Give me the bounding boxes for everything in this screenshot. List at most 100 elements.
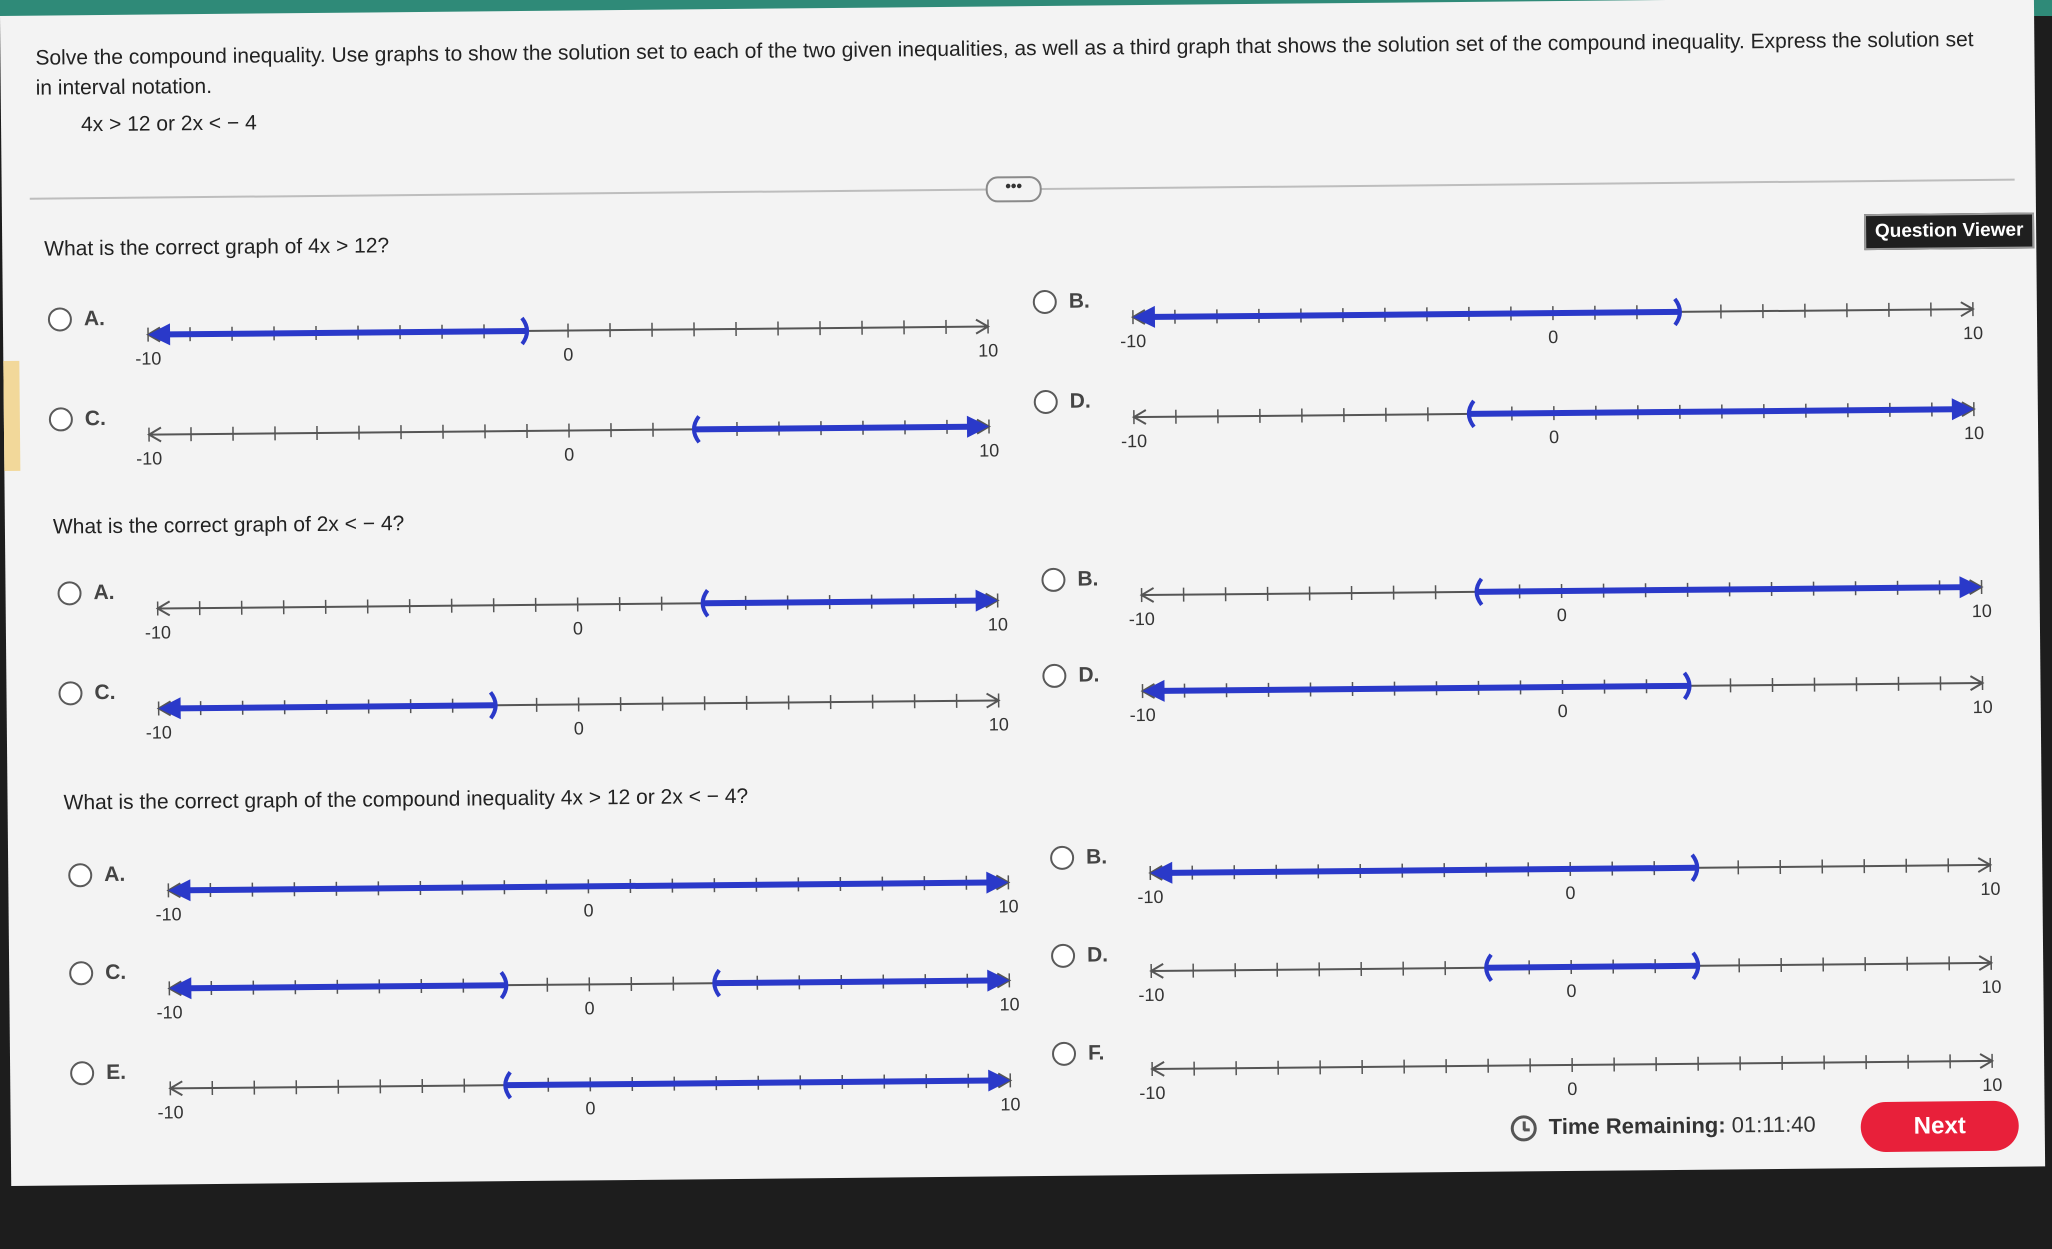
radio-button[interactable] <box>1042 663 1067 689</box>
option-letter: C. <box>105 960 127 985</box>
radio-button[interactable] <box>1051 1041 1077 1066</box>
radio-button[interactable] <box>1032 289 1057 315</box>
option-label[interactable]: D. <box>1033 389 1091 415</box>
tick-label: -10 <box>1137 887 1163 907</box>
more-button[interactable]: ••• <box>985 176 1042 203</box>
radio-button[interactable] <box>1050 845 1075 870</box>
option-letter: E. <box>106 1060 127 1085</box>
solution-left-arrow <box>158 697 181 720</box>
q2-option-d[interactable]: D. -10 0 10 <box>1042 654 2043 734</box>
option-letter: C. <box>84 407 106 431</box>
radio-button[interactable] <box>69 961 94 986</box>
radio-button[interactable] <box>1050 943 1076 968</box>
q3-option-d[interactable]: D. -10 0 10 <box>1050 934 2052 1014</box>
solution-right-arrow <box>987 969 1010 992</box>
solution-segment <box>1477 584 1976 595</box>
solution-segment <box>174 879 1003 894</box>
option-letter: D. <box>1086 943 1109 967</box>
q3-option-a[interactable]: A. -10 0 10 <box>68 854 1069 934</box>
radio-button[interactable] <box>1041 567 1066 593</box>
tick-label: 0 <box>573 618 583 638</box>
q1-option-b[interactable]: B. -10 0 10 <box>1032 281 2034 361</box>
solution-segment <box>175 982 506 992</box>
solution-segment <box>1469 406 1968 417</box>
tick-label: 10 <box>1964 423 1984 443</box>
solution-segment <box>1138 308 1679 321</box>
tick-label: -10 <box>136 448 162 468</box>
next-button[interactable]: Next <box>1860 1100 2019 1153</box>
option-label[interactable]: C. <box>48 407 106 432</box>
solution-segment <box>715 977 1004 987</box>
q1-option-c[interactable]: C. -10 0 10 <box>48 398 1050 478</box>
q2-option-a[interactable]: A. -10 0 10 <box>57 572 1058 652</box>
radio-button[interactable] <box>70 1061 95 1086</box>
number-line: -10 0 10 <box>1138 951 2002 1005</box>
solution-right-arrow <box>986 871 1009 894</box>
radio-button[interactable] <box>1033 389 1058 415</box>
option-letter: B. <box>1068 289 1090 313</box>
time-remaining-label: Time Remaining: <box>1548 1112 1726 1140</box>
tick-label: 10 <box>1982 1075 2002 1095</box>
q3-option-c[interactable]: C. -10 0 10 <box>69 952 1070 1032</box>
tick-label: 10 <box>1000 1094 1020 1114</box>
option-letter: C. <box>94 680 116 705</box>
option-label[interactable]: F. <box>1051 1041 1105 1066</box>
number-line: -10 0 10 <box>1120 297 1983 351</box>
tick-label: 10 <box>988 614 1008 634</box>
option-letter: B. <box>1086 845 1108 869</box>
option-letter: F. <box>1087 1041 1105 1065</box>
option-label[interactable]: B. <box>1032 289 1090 315</box>
tick-label: 0 <box>585 1098 595 1118</box>
q2-option-b[interactable]: B. -10 0 10 <box>1041 558 2042 638</box>
solution-left-arrow <box>1142 679 1165 702</box>
tick-label: -10 <box>1139 1083 1165 1103</box>
question-page: Solve the compound inequality. Use graph… <box>0 0 2046 1186</box>
time-remaining-value: 01:11:40 <box>1731 1111 1816 1138</box>
option-label[interactable]: E. <box>70 1061 126 1086</box>
q1-option-a[interactable]: A. -10 0 10 <box>47 298 1049 378</box>
radio-button[interactable] <box>68 863 93 888</box>
solution-right-arrow <box>1951 398 1974 421</box>
number-line: -10 0 10 <box>1137 853 2001 907</box>
q2-option-c[interactable]: C. -10 0 10 <box>58 672 1059 752</box>
tick-label: 0 <box>563 345 573 365</box>
q3-option-b[interactable]: B. -10 0 10 <box>1050 836 2051 916</box>
tick-label: 0 <box>574 718 584 738</box>
tick-label: -10 <box>156 904 182 924</box>
tick-label: -10 <box>146 722 172 742</box>
tick-label: 0 <box>584 900 594 920</box>
tick-label: -10 <box>1130 705 1156 725</box>
tick-label: 10 <box>1963 323 1983 343</box>
option-label[interactable]: B. <box>1050 845 1107 870</box>
option-label[interactable]: C. <box>69 961 126 986</box>
option-letter: D. <box>1078 663 1100 687</box>
solution-right-arrow <box>1959 576 1982 599</box>
solution-left-arrow <box>168 879 191 902</box>
option-label[interactable]: A. <box>57 580 115 606</box>
option-label[interactable]: B. <box>1041 567 1099 593</box>
tick-label: 0 <box>1566 981 1576 1001</box>
radio-button[interactable] <box>48 407 73 432</box>
tick-label: -10 <box>156 1002 182 1022</box>
tick-label: 10 <box>1981 977 2001 997</box>
solution-segment <box>1487 962 1698 971</box>
instructions: Solve the compound inequality. Use graph… <box>35 28 1974 100</box>
q3-option-e[interactable]: E. -10 0 10 <box>70 1052 1071 1132</box>
radio-button[interactable] <box>58 681 83 706</box>
option-label[interactable]: D. <box>1042 663 1100 689</box>
tick-label: 10 <box>1980 879 2000 899</box>
solution-segment <box>694 423 984 433</box>
tick-label: 10 <box>998 896 1018 916</box>
q1-option-d[interactable]: D. -10 0 10 <box>1033 380 2035 460</box>
radio-button[interactable] <box>57 581 82 606</box>
option-label[interactable]: D. <box>1050 943 1109 968</box>
question-viewer-button[interactable]: Question Viewer <box>1863 212 2035 251</box>
time-remaining: Time Remaining: 01:11:40 <box>1549 1112 1816 1141</box>
option-label[interactable]: A. <box>68 863 125 888</box>
option-label[interactable]: C. <box>58 680 116 706</box>
option-label[interactable]: A. <box>47 307 105 332</box>
footer: Time Remaining: 01:11:40 Next <box>1490 1097 2031 1162</box>
option-letter: A. <box>93 580 115 605</box>
radio-button[interactable] <box>47 307 73 332</box>
solution-segment <box>703 597 992 607</box>
